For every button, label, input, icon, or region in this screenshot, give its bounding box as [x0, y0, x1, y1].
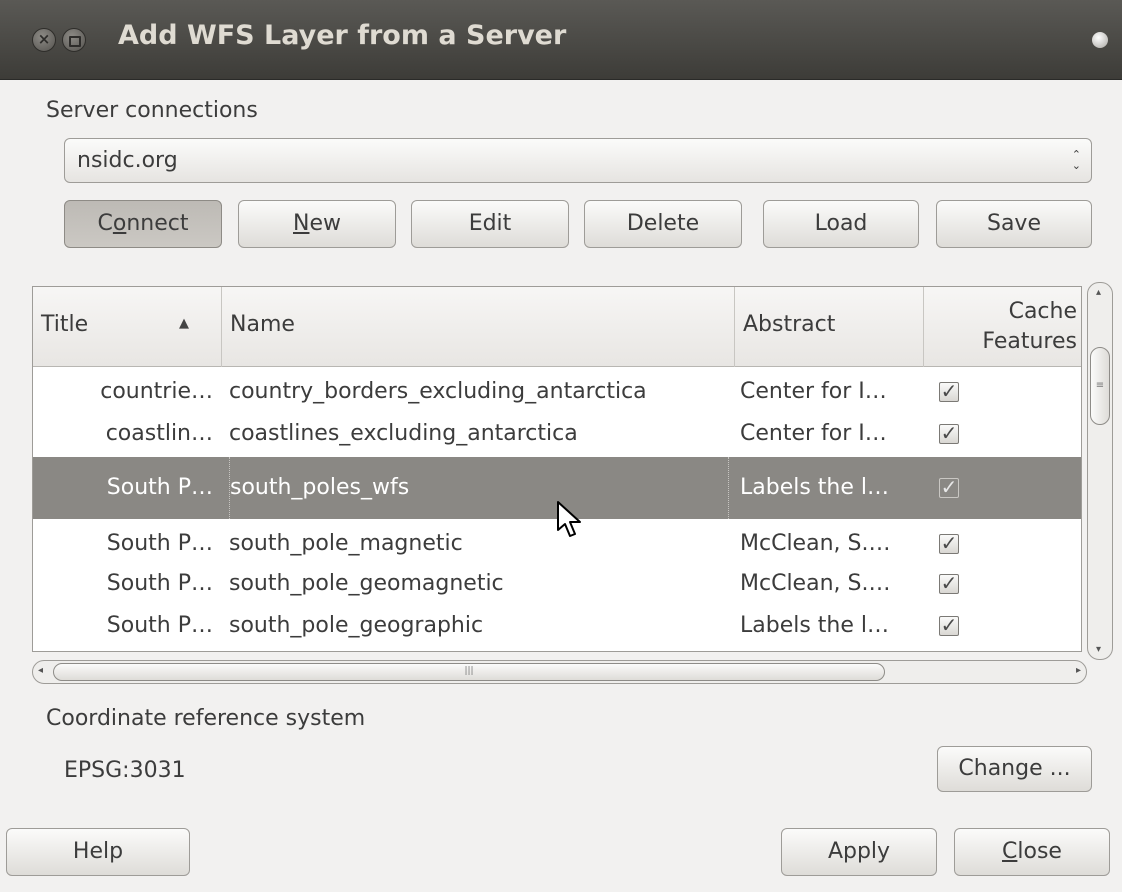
scroll-right-icon[interactable]: ▸ [1076, 665, 1081, 676]
new-button[interactable]: New [238, 200, 396, 248]
save-button[interactable]: Save [936, 200, 1092, 248]
crs-value: EPSG:3031 [64, 758, 186, 783]
window-title: Add WFS Layer from a Server [118, 20, 567, 51]
connect-button[interactable]: Connect [64, 200, 222, 248]
minimize-window-icon[interactable] [62, 28, 86, 52]
column-header-abstract[interactable]: Abstract [735, 287, 924, 367]
horizontal-scrollbar[interactable]: ◂ ||| ▸ [32, 660, 1087, 684]
table-row[interactable]: South P… south_pole_geomagnetic McClean,… [33, 563, 1081, 605]
sort-ascending-icon: ▲ [179, 316, 189, 331]
vertical-scrollbar[interactable]: ▴ ≡ ▾ [1087, 282, 1113, 660]
change-crs-button[interactable]: Change ... [937, 746, 1092, 792]
scroll-down-icon[interactable]: ▾ [1096, 644, 1101, 655]
close-button[interactable]: Close [954, 828, 1110, 876]
edit-button[interactable]: Edit [411, 200, 569, 248]
cache-features-checkbox[interactable]: ✓ [939, 615, 959, 636]
apply-button[interactable]: Apply [781, 828, 937, 876]
server-connections-label: Server connections [46, 98, 258, 123]
cache-features-checkbox[interactable]: ✓ [939, 533, 959, 554]
cache-features-checkbox[interactable]: ✓ [939, 477, 959, 498]
cache-features-checkbox[interactable]: ✓ [939, 423, 959, 444]
table-row[interactable]: countrie… country_borders_excluding_anta… [33, 371, 1081, 413]
combo-arrows-icon: ⌃ ⌄ [1071, 148, 1081, 172]
cache-features-checkbox[interactable]: ✓ [939, 381, 959, 402]
scroll-left-icon[interactable]: ◂ [38, 665, 43, 676]
load-button[interactable]: Load [763, 200, 919, 248]
scroll-up-icon[interactable]: ▴ [1096, 287, 1101, 298]
close-window-icon[interactable] [32, 28, 56, 52]
table-row[interactable]: coastlin… coastlines_excluding_antarctic… [33, 413, 1081, 455]
mouse-cursor-icon [557, 501, 581, 537]
server-connection-value: nsidc.org [77, 148, 178, 173]
server-connection-select[interactable]: nsidc.org ⌃ ⌄ [64, 138, 1092, 183]
layers-table[interactable]: Title ▲ Name Abstract Cache Features coun… [32, 286, 1082, 652]
column-header-cache-features[interactable]: Cache Features [924, 287, 1081, 367]
delete-button[interactable]: Delete [584, 200, 742, 248]
help-button[interactable]: Help [6, 828, 190, 876]
title-bar: Add WFS Layer from a Server [0, 0, 1122, 80]
table-header: Title ▲ Name Abstract Cache Features [33, 287, 1081, 367]
crs-label: Coordinate reference system [46, 706, 366, 731]
cache-features-checkbox[interactable]: ✓ [939, 573, 959, 594]
table-row[interactable]: South P… south_pole_geographic Labels th… [33, 605, 1081, 647]
column-header-name[interactable]: Name [222, 287, 735, 367]
vertical-scroll-thumb[interactable]: ≡ [1090, 347, 1110, 425]
horizontal-scroll-thumb[interactable]: ||| [53, 663, 885, 681]
column-header-title[interactable]: Title ▲ [33, 287, 222, 367]
window-menu-icon[interactable] [1092, 32, 1108, 48]
